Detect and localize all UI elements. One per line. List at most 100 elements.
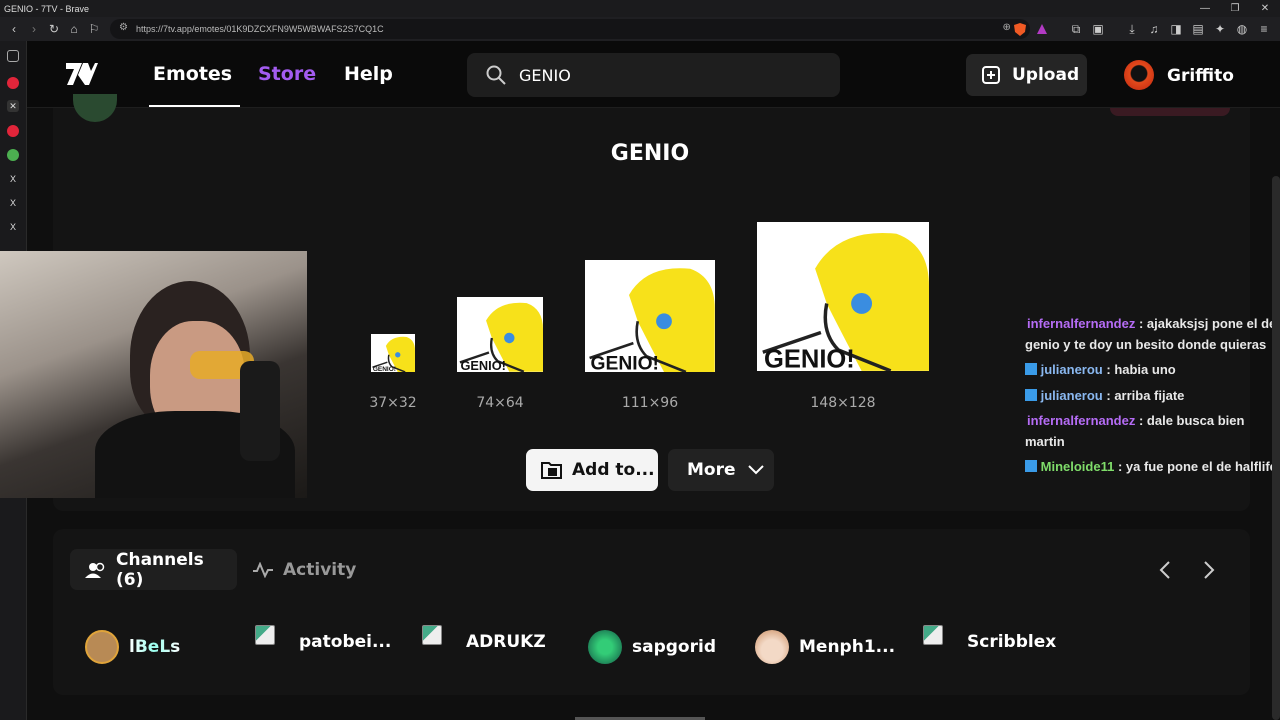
home-icon[interactable]: ⌂: [64, 19, 84, 39]
status-pill: [1110, 108, 1230, 116]
x-tab-icon[interactable]: X: [7, 221, 19, 233]
chat-message: infernalfernandez : dale busca bien mart…: [1025, 411, 1280, 452]
download-icon[interactable]: ⤓: [1122, 19, 1142, 39]
window-title: GENIO - 7TV - Brave: [4, 3, 90, 14]
browser-toolbar: ‹ › ↻ ⌂ ⚐ ⚙ https://7tv.app/emotes/01K9D…: [0, 17, 1280, 41]
brave-rewards-icon[interactable]: [1032, 19, 1052, 39]
back-icon[interactable]: ‹: [4, 19, 24, 39]
plus-box-icon: [982, 66, 1000, 84]
channel-item[interactable]: Menph1...: [755, 630, 895, 664]
channel-item[interactable]: sapgorid: [588, 630, 716, 664]
size-label: 111×96: [621, 395, 679, 411]
channel-name: Menph1...: [799, 637, 896, 657]
chevron-left-icon[interactable]: [1159, 561, 1171, 579]
nav-store[interactable]: Store: [258, 63, 316, 85]
owner-avatar[interactable]: [73, 94, 117, 122]
emote-caption: GENIO!: [373, 366, 396, 372]
extensions-icon[interactable]: ⧉: [1066, 19, 1086, 39]
7tv-logo-icon[interactable]: [64, 61, 98, 87]
chrome-tab-icon[interactable]: [7, 149, 19, 161]
window-title-bar: GENIO - 7TV - Brave — ❐ ✕: [0, 0, 1280, 17]
channel-name: sapgorid: [632, 637, 716, 657]
minimize-button[interactable]: —: [1190, 0, 1220, 17]
more-label: More: [687, 460, 736, 480]
broken-image-icon: [255, 625, 275, 645]
chat-message: Mineloide11 : ya fue pone el de halflife: [1025, 457, 1280, 478]
close-window-button[interactable]: ✕: [1250, 0, 1280, 17]
search-input[interactable]: GENIO: [467, 53, 840, 97]
channel-item[interactable]: patobei...: [255, 625, 392, 652]
vpn-icon[interactable]: ◍: [1232, 19, 1252, 39]
chat-username: Mineloide11: [1040, 459, 1115, 474]
chat-username: infernalfernandez: [1027, 316, 1136, 331]
emote-caption: GENIO!: [764, 345, 855, 371]
username[interactable]: Griffito: [1167, 66, 1234, 86]
size-label: 37×32: [369, 395, 417, 411]
chat-message: infernalfernandez : ajakaksjsj pone el d…: [1025, 314, 1280, 355]
bookmark-icon[interactable]: ⚐: [84, 19, 104, 39]
chat-username: infernalfernandez: [1027, 413, 1136, 428]
emote-title: GENIO: [610, 141, 690, 166]
emote-caption: GENIO!: [591, 353, 659, 372]
size-label: 74×64: [476, 395, 524, 411]
chat-username: julianerou: [1040, 387, 1103, 403]
chat-text: : arriba fijate: [1106, 387, 1185, 403]
forward-icon[interactable]: ›: [24, 19, 44, 39]
folder-add-icon: [541, 462, 562, 479]
x-tab-icon[interactable]: X: [7, 173, 19, 185]
emote-preview-3x[interactable]: GENIO!: [585, 260, 715, 372]
broken-image-icon: [422, 625, 442, 645]
channel-item[interactable]: Scribblex: [923, 625, 1056, 652]
nav-emotes[interactable]: Emotes: [153, 63, 232, 85]
channel-avatar: [588, 630, 622, 664]
webcam-overlay: [0, 251, 307, 498]
chevron-down-icon: [747, 465, 764, 475]
activity-icon: [253, 561, 273, 578]
sub-badge-icon: [1025, 460, 1037, 472]
search-icon: [486, 65, 506, 85]
screenshot-icon[interactable]: ▣: [1088, 19, 1108, 39]
address-bar[interactable]: ⚙ https://7tv.app/emotes/01K9DZCXFN9W5WB…: [110, 19, 1030, 39]
sidebar-toggle-icon[interactable]: ◨: [1166, 19, 1186, 39]
channels-section: Channels (6) Activity lBeLs patobei... A…: [53, 529, 1250, 695]
chat-username: julianerou: [1040, 362, 1103, 377]
media-icon[interactable]: ♫: [1144, 19, 1164, 39]
user-avatar[interactable]: [1124, 60, 1154, 90]
nav-help[interactable]: Help: [344, 63, 393, 85]
add-to-button[interactable]: Add to...: [526, 449, 658, 491]
chat-overlay: infernalfernandez : ajakaksjsj pone el d…: [1025, 314, 1280, 483]
microphone: [240, 361, 280, 461]
leo-icon[interactable]: ✦: [1210, 19, 1230, 39]
emote-preview-2x[interactable]: GENIO!: [457, 297, 543, 372]
youtube-tab-icon[interactable]: [7, 125, 19, 137]
users-icon: [85, 562, 105, 578]
add-to-label: Add to...: [572, 460, 655, 480]
x-tab-icon[interactable]: X: [7, 197, 19, 209]
emote-caption: GENIO!: [460, 358, 505, 372]
upload-button[interactable]: Upload: [966, 54, 1087, 96]
emote-preview-4x[interactable]: GENIO!: [757, 222, 929, 371]
tab-channels-label: Channels (6): [116, 549, 204, 590]
wallet-icon[interactable]: ▤: [1188, 19, 1208, 39]
site-header: Emotes Store Help GENIO Upload Griffito: [27, 41, 1280, 108]
tab-activity[interactable]: Activity: [252, 549, 362, 590]
brave-shields-icon[interactable]: [1010, 19, 1030, 39]
channel-name: patobei...: [299, 632, 392, 652]
chat-text: : ya fue pone el de halflife: [1117, 459, 1277, 474]
channel-item[interactable]: ADRUKZ: [422, 625, 546, 652]
menu-icon[interactable]: ≡: [1254, 19, 1274, 39]
restore-button[interactable]: ❐: [1220, 0, 1250, 17]
close-tab-icon[interactable]: ✕: [7, 100, 19, 112]
sidebar-panel-icon[interactable]: [7, 50, 19, 62]
chevron-right-icon[interactable]: [1203, 561, 1215, 579]
channel-item[interactable]: lBeLs: [85, 630, 180, 664]
more-button[interactable]: More: [668, 449, 774, 491]
sub-badge-icon: [1025, 388, 1037, 401]
emote-preview-1x[interactable]: GENIO!: [371, 334, 415, 372]
size-label: 148×128: [810, 395, 876, 411]
page-scrollbar[interactable]: [1272, 176, 1280, 720]
site-info-icon[interactable]: ⚙: [119, 22, 128, 33]
tab-channels[interactable]: Channels (6): [70, 549, 237, 590]
reload-icon[interactable]: ↻: [44, 19, 64, 39]
opera-tab-icon[interactable]: [7, 77, 19, 89]
